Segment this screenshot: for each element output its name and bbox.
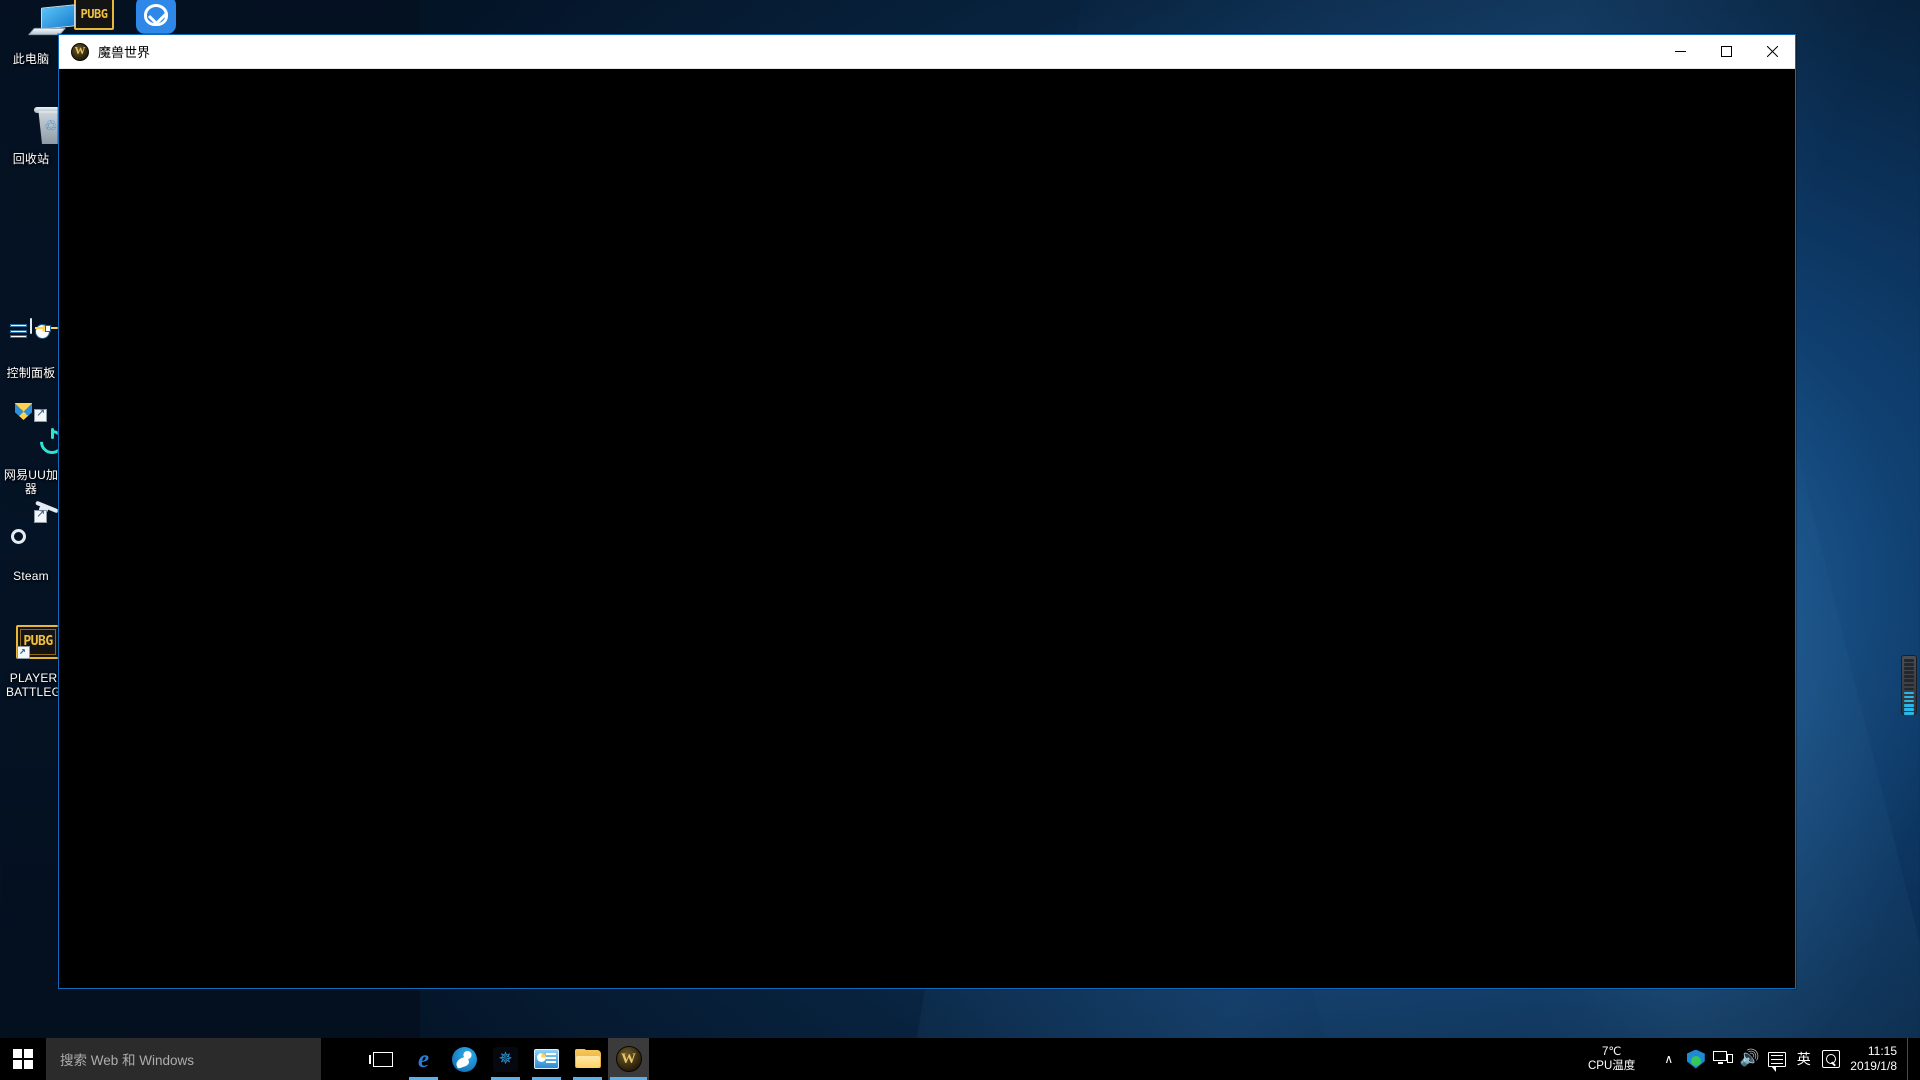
desktop-icon-control-panel[interactable]: 控制面板 [0, 318, 69, 381]
warcraft-taskbar-icon: W [615, 1046, 642, 1072]
ime-indicator-button[interactable]: 英 [1790, 1038, 1817, 1080]
desktop-icon-steam[interactable]: Steam [0, 500, 62, 584]
action-center-icon [1767, 1051, 1786, 1072]
warcraft-icon: W [71, 42, 89, 61]
security-shield-tray-button[interactable] [1682, 1038, 1709, 1080]
desktop-icon-steam-label: Steam [13, 569, 49, 583]
taskbar-items: e ✵ W [362, 1038, 649, 1080]
search-tray-button[interactable] [1817, 1038, 1844, 1080]
volume-tray-button[interactable]: 🔊 [1736, 1038, 1763, 1080]
control-panel-taskbar-icon [534, 1049, 559, 1069]
search-input[interactable]: 搜索 Web 和 Windows [46, 1038, 321, 1080]
close-button[interactable] [1749, 35, 1795, 68]
uu-accelerator-icon [0, 403, 69, 466]
action-center-button[interactable] [1763, 1038, 1790, 1080]
taskbar: 搜索 Web 和 Windows e ✵ W 7℃ CPU温度 ∧ 🔊 英 11… [0, 1038, 1920, 1080]
desktop-icon-recycle-bin[interactable]: ♲ 回收站 [0, 106, 68, 167]
window-title: 魔兽世界 [98, 45, 151, 60]
desktop-icon-control-panel-label: 控制面板 [6, 366, 56, 380]
desktop-icon-recycle-bin-label: 回收站 [12, 152, 50, 166]
desktop-icon-netease-uu-label-line1: 网易UU加 [3, 468, 59, 482]
shield-glyph [144, 4, 168, 26]
desktop-icon-this-pc[interactable]: 此电脑 [0, 4, 75, 67]
recycle-bin-icon: ♲ [0, 106, 68, 150]
task-view-button[interactable] [362, 1038, 403, 1080]
edge-icon: e [417, 1045, 430, 1073]
pubg-overlay-icon-text: PUBG [80, 7, 108, 21]
clock-date: 2019/1/8 [1850, 1059, 1897, 1073]
window-titlebar[interactable]: W 魔兽世界 [59, 35, 1795, 69]
show-desktop-button[interactable] [1907, 1038, 1914, 1080]
taskbar-item-edge[interactable]: e [403, 1038, 444, 1080]
volume-icon: 🔊 [1739, 1050, 1760, 1067]
security-shield-icon [1686, 1049, 1705, 1069]
cpu-temperature-label: CPU温度 [1588, 1060, 1636, 1072]
app-icon: ✵ [493, 1046, 518, 1072]
task-view-icon [368, 1051, 393, 1067]
cpu-temperature-widget[interactable]: 7℃ CPU温度 [1588, 1045, 1635, 1073]
desktop-icon-this-pc-label: 此电脑 [12, 52, 50, 66]
search-tray-icon [1821, 1050, 1840, 1068]
clock-time: 11:15 [1867, 1044, 1897, 1058]
wow-window: W 魔兽世界 [58, 34, 1796, 989]
show-hidden-icons-button[interactable]: ∧ [1655, 1038, 1682, 1080]
cpu-temperature-value: 7℃ [1601, 1046, 1622, 1058]
chevron-up-icon: ∧ [1664, 1052, 1674, 1066]
pubg-overlay-icon[interactable]: PUBG [74, 0, 114, 30]
warcraft-icon-letter: W [74, 45, 86, 57]
file-explorer-icon [574, 1049, 601, 1069]
desktop-icon-netease-uu-label-line2: 器 [24, 481, 38, 496]
windows-logo-icon [13, 1049, 33, 1069]
search-placeholder: 搜索 Web 和 Windows [60, 1053, 195, 1068]
network-icon [1712, 1051, 1733, 1067]
sogou-browser-icon [452, 1046, 477, 1072]
cpu-meter-gadget[interactable] [1901, 655, 1917, 715]
taskbar-item-explorer[interactable] [567, 1038, 608, 1080]
minimize-icon [1674, 51, 1686, 52]
warcraft-taskbar-letter: W [621, 1050, 636, 1067]
maximize-icon [1720, 46, 1732, 57]
wow-window-content[interactable] [59, 69, 1795, 988]
clock[interactable]: 11:15 2019/1/8 [1844, 1044, 1907, 1074]
start-button[interactable] [0, 1038, 46, 1080]
desktop-icon-netease-uu[interactable]: 网易UU加 器 [0, 403, 69, 496]
system-tray: 7℃ CPU温度 ∧ 🔊 英 11:15 2019/1/8 [1588, 1038, 1920, 1080]
taskbar-item-wow[interactable]: W [608, 1038, 649, 1080]
computer-icon [0, 4, 75, 50]
taskbar-item-sogou[interactable] [444, 1038, 485, 1080]
maximize-button[interactable] [1703, 35, 1749, 68]
ime-indicator-icon: 英 [1796, 1051, 1811, 1067]
network-tray-button[interactable] [1709, 1038, 1736, 1080]
steam-icon [0, 500, 62, 567]
close-icon [1766, 46, 1778, 57]
taskbar-item-control-panel[interactable] [526, 1038, 567, 1080]
control-panel-icon [0, 318, 69, 364]
tencent-shield-icon[interactable] [136, 0, 176, 34]
minimize-button[interactable] [1657, 35, 1703, 68]
taskbar-item-app[interactable]: ✵ [485, 1038, 526, 1080]
